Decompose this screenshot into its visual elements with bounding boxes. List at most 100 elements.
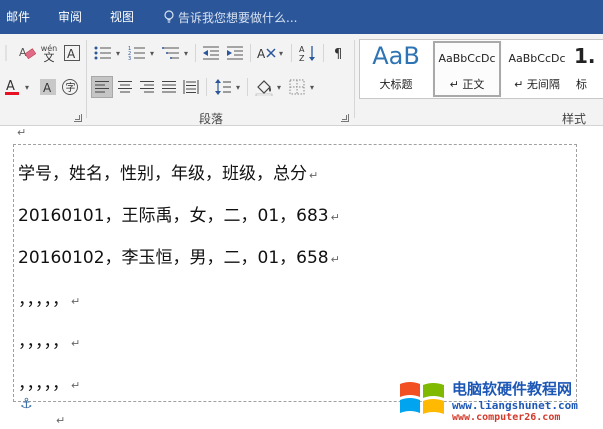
divider bbox=[195, 44, 196, 62]
divider bbox=[206, 78, 207, 96]
font-color-button[interactable]: A bbox=[2, 76, 22, 98]
justify-button[interactable] bbox=[158, 76, 180, 98]
line-spacing-dropdown-icon[interactable]: ▾ bbox=[236, 84, 240, 92]
numbering-button[interactable]: 1 2 3 bbox=[126, 42, 148, 64]
align-left-button[interactable] bbox=[91, 76, 113, 98]
shading-dropdown-icon[interactable]: ▾ bbox=[277, 84, 281, 92]
svg-text:A: A bbox=[67, 47, 76, 61]
show-hide-marks-button[interactable]: ¶ bbox=[328, 42, 350, 64]
svg-text:A: A bbox=[299, 45, 305, 54]
font-color-dropdown-icon[interactable]: ▾ bbox=[25, 84, 29, 92]
windows-logo-icon bbox=[400, 382, 444, 414]
clear-formatting-button[interactable]: A bbox=[17, 42, 37, 64]
decrease-indent-icon bbox=[203, 46, 219, 60]
styles-gallery: AaB 大标题 AaBbCcDc ↵ 正文 AaBbCcDc ↵ 无间隔 1. … bbox=[359, 39, 603, 99]
bullets-icon bbox=[94, 46, 111, 60]
character-border-icon: A bbox=[64, 45, 80, 61]
tab-view[interactable]: 视图 bbox=[110, 9, 134, 25]
svg-text:A: A bbox=[43, 81, 52, 95]
increase-indent-icon bbox=[227, 46, 243, 60]
decrease-indent-button[interactable] bbox=[200, 42, 222, 64]
anchor-icon: ⚓ bbox=[20, 396, 33, 412]
document-line[interactable]: ，，，，， ↵ bbox=[18, 327, 80, 352]
align-right-button[interactable] bbox=[136, 76, 158, 98]
paragraph-group-label: 段落 bbox=[199, 112, 224, 126]
document-line[interactable]: 20160102，李玉恒，男，二，01，658 ↵ bbox=[18, 243, 340, 268]
text-box[interactable]: 学号，姓名，性别，年级，班级，总分 ↵ 20160101，王际禹，女，二，01，6… bbox=[13, 144, 577, 402]
font-group-edge bbox=[0, 42, 12, 64]
style-normal-name: ↵ 正文 bbox=[449, 78, 485, 91]
divider bbox=[291, 44, 292, 62]
chinese-layout-icon: A bbox=[257, 47, 276, 61]
multilevel-list-dropdown-icon[interactable]: ▾ bbox=[184, 50, 188, 58]
align-left-icon bbox=[95, 81, 109, 93]
group-separator bbox=[86, 40, 87, 118]
style-heading-preview: 1. bbox=[574, 44, 596, 68]
character-shading-button[interactable]: A bbox=[38, 76, 58, 98]
style-title-preview: AaB bbox=[372, 42, 420, 70]
watermark-title: 电脑软硬件教程网 bbox=[452, 380, 573, 398]
ribbon: A wén 文 A A ▾ A 字 ▾ 1 2 3 ▾ ▾ A ▾ A Z ¶ … bbox=[0, 34, 603, 126]
svg-text:Z: Z bbox=[299, 54, 305, 62]
style-normal-preview: AaBbCcDc bbox=[438, 52, 496, 65]
style-heading[interactable]: 1. 标 bbox=[572, 40, 603, 98]
tab-mailings[interactable]: 邮件 bbox=[6, 9, 30, 25]
svg-text:A: A bbox=[257, 47, 266, 61]
increase-indent-button[interactable] bbox=[224, 42, 246, 64]
svg-text:3: 3 bbox=[128, 56, 131, 61]
line-spacing-icon bbox=[215, 79, 231, 95]
align-right-icon bbox=[140, 81, 154, 93]
style-heading-name: 标 bbox=[576, 78, 587, 91]
borders-icon bbox=[289, 79, 305, 95]
font-color-icon: A bbox=[5, 79, 19, 95]
bullets-button[interactable] bbox=[92, 42, 114, 64]
word-window: 邮件 审阅 视图 告诉我您想要做什么... A wén 文 A A ▾ A 字 … bbox=[0, 0, 603, 429]
tell-me-search[interactable]: 告诉我您想要做什么... bbox=[164, 9, 297, 25]
divider bbox=[247, 78, 248, 96]
document-line[interactable]: ，，，，， ↵ bbox=[18, 285, 80, 310]
character-border-button[interactable]: A bbox=[62, 42, 82, 64]
bullets-dropdown-icon[interactable]: ▾ bbox=[116, 50, 120, 58]
multilevel-list-button[interactable] bbox=[160, 42, 182, 64]
style-normal[interactable]: AaBbCcDc ↵ 正文 bbox=[432, 40, 502, 98]
group-separator bbox=[354, 40, 355, 118]
align-center-button[interactable] bbox=[114, 76, 136, 98]
phonetic-guide-char: 文 bbox=[43, 51, 55, 64]
paragraph-mark: ↵ bbox=[17, 126, 27, 139]
distributed-button[interactable] bbox=[180, 76, 202, 98]
document-line[interactable]: 20160101，王际禹，女，二，01，683 ↵ bbox=[18, 201, 340, 226]
styles-group-label: 样式 bbox=[562, 112, 587, 126]
line-spacing-button[interactable] bbox=[212, 76, 234, 98]
watermark-url-secondary: www.computer26.com bbox=[452, 412, 561, 423]
document-line[interactable]: ，，，，， ↵ bbox=[18, 369, 80, 394]
paint-bucket-icon bbox=[255, 80, 273, 96]
shading-button[interactable] bbox=[253, 76, 275, 98]
svg-text:¶: ¶ bbox=[334, 47, 342, 61]
enclose-characters-button[interactable]: 字 bbox=[60, 76, 80, 98]
svg-text:A: A bbox=[19, 46, 27, 59]
svg-text:A: A bbox=[6, 79, 15, 94]
distributed-icon bbox=[183, 80, 199, 94]
sort-button[interactable]: A Z bbox=[297, 42, 319, 64]
enclose-characters-icon: 字 bbox=[62, 79, 78, 95]
chinese-layout-dropdown-icon[interactable]: ▾ bbox=[279, 50, 283, 58]
style-no-spacing[interactable]: AaBbCcDc ↵ 无间隔 bbox=[502, 40, 572, 98]
lightbulb-icon bbox=[164, 10, 174, 23]
align-center-icon bbox=[118, 81, 132, 93]
style-no-spacing-preview: AaBbCcDc bbox=[508, 52, 566, 65]
borders-button[interactable] bbox=[286, 76, 308, 98]
document-line[interactable]: 学号，姓名，性别，年级，班级，总分 ↵ bbox=[18, 159, 318, 184]
font-dialog-launcher[interactable] bbox=[74, 114, 82, 122]
borders-dropdown-icon[interactable]: ▾ bbox=[310, 84, 314, 92]
ribbon-tab-bar: 邮件 审阅 视图 告诉我您想要做什么... bbox=[0, 0, 603, 34]
phonetic-guide-button[interactable]: wén 文 bbox=[39, 42, 59, 64]
style-title-name: 大标题 bbox=[379, 78, 413, 91]
style-title[interactable]: AaB 大标题 bbox=[360, 40, 432, 98]
numbering-dropdown-icon[interactable]: ▾ bbox=[150, 50, 154, 58]
chinese-layout-button[interactable]: A bbox=[255, 42, 277, 64]
character-shading-icon: A bbox=[40, 79, 56, 95]
svg-text:字: 字 bbox=[66, 81, 76, 94]
paragraph-mark: ↵ bbox=[56, 414, 66, 427]
paragraph-dialog-launcher[interactable] bbox=[341, 114, 349, 122]
tab-review[interactable]: 审阅 bbox=[58, 9, 82, 25]
